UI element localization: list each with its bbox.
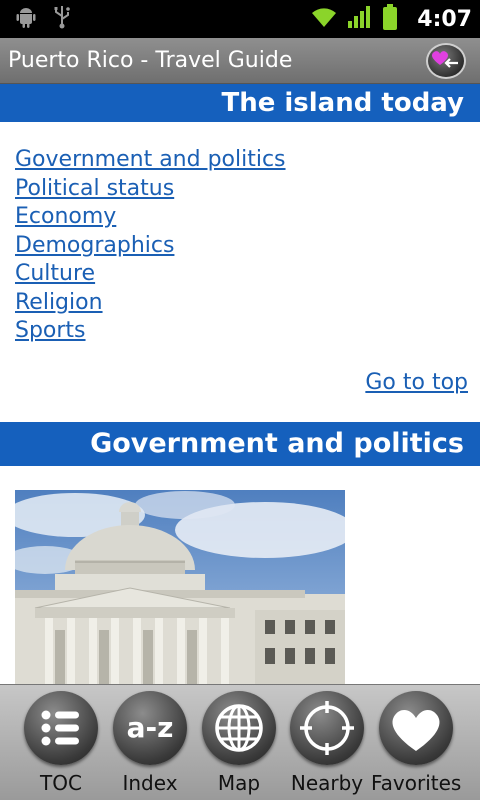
link-political-status[interactable]: Political status: [15, 175, 286, 204]
toc-label: TOC: [40, 771, 82, 795]
go-to-top-link[interactable]: Go to top: [365, 370, 468, 395]
toc-button[interactable]: TOC: [16, 685, 106, 800]
toc-links: Government and politics Political status…: [15, 146, 286, 346]
map-label: Map: [217, 771, 261, 795]
favorites-button[interactable]: Favorites: [371, 685, 461, 800]
app-title: Puerto Rico - Travel Guide: [8, 48, 293, 73]
usb-icon: [52, 4, 72, 34]
content-area[interactable]: The island today Government and politics…: [0, 84, 480, 684]
battery-icon: [381, 3, 399, 35]
capitol-building-photo: [15, 490, 345, 684]
section-header-government: Government and politics: [0, 422, 480, 466]
status-bar: 4:07: [0, 0, 480, 38]
map-button[interactable]: Map: [194, 685, 284, 800]
link-religion[interactable]: Religion: [15, 289, 286, 318]
link-culture[interactable]: Culture: [15, 260, 286, 289]
wifi-icon: [309, 5, 339, 33]
a-z-icon-text: a-z: [127, 711, 174, 744]
signal-icon: [347, 5, 373, 33]
index-button[interactable]: a-z Index: [105, 685, 195, 800]
bottom-toolbar: TOC a-z Index Map Nearby Favorites: [0, 684, 480, 800]
nearby-label: Nearby: [290, 771, 364, 795]
favorites-label: Favorites: [371, 771, 462, 795]
status-clock: 4:07: [417, 6, 472, 32]
android-debug-icon: [14, 5, 38, 33]
index-label: Index: [122, 771, 178, 795]
favorite-back-button[interactable]: [426, 43, 466, 79]
title-bar: Puerto Rico - Travel Guide: [0, 38, 480, 84]
nearby-button[interactable]: Nearby: [282, 685, 372, 800]
section-header-island-today: The island today: [0, 84, 480, 122]
link-demographics[interactable]: Demographics: [15, 232, 286, 261]
link-economy[interactable]: Economy: [15, 203, 286, 232]
link-sports[interactable]: Sports: [15, 317, 286, 346]
link-government-and-politics[interactable]: Government and politics: [15, 146, 286, 175]
